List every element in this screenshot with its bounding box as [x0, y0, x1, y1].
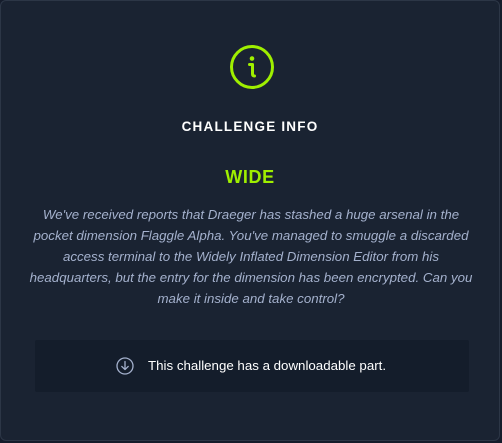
- download-circle-icon: [116, 357, 134, 375]
- challenge-description: We've received reports that Draeger has …: [29, 207, 473, 306]
- challenge-name: WIDE: [225, 167, 275, 187]
- download-notice-text: This challenge has a downloadable part.: [148, 358, 387, 373]
- info-circle-icon: [230, 45, 274, 89]
- challenge-info-panel: CHALLENGE INFO WIDE We've received repor…: [0, 0, 500, 441]
- download-notice[interactable]: This challenge has a downloadable part.: [35, 340, 469, 392]
- panel-title: CHALLENGE INFO: [181, 119, 319, 134]
